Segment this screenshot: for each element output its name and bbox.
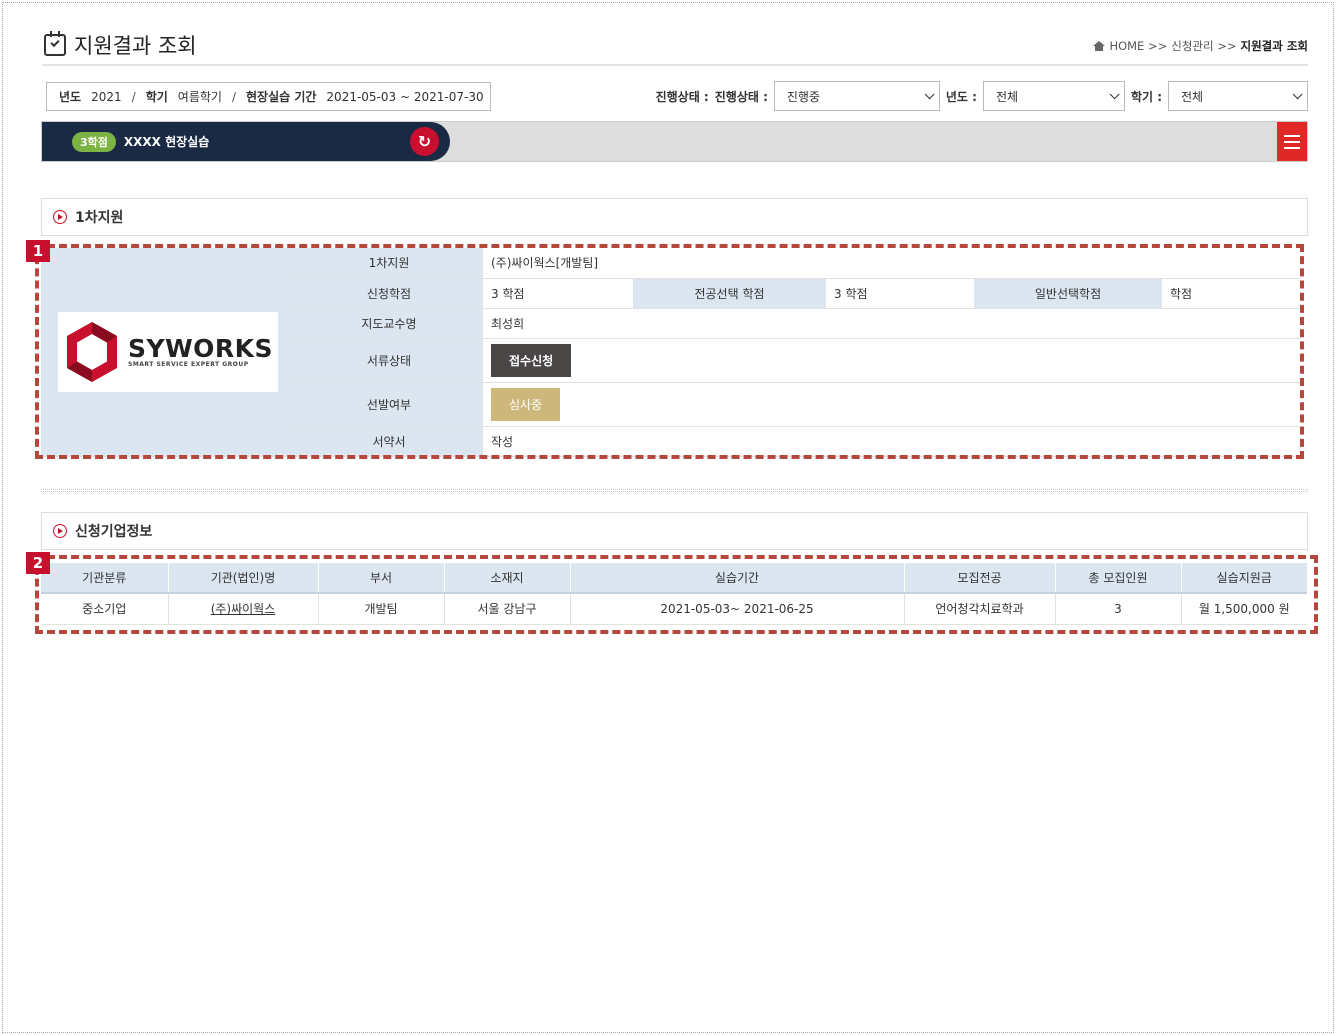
year-label: 년도 <box>59 90 82 104</box>
section-company-info: 신청기업정보 <box>41 512 1308 550</box>
breadcrumb-home[interactable]: HOME >> <box>1109 39 1167 53</box>
section-title: 신청기업정보 <box>75 524 153 540</box>
menu-button[interactable] <box>1277 122 1307 161</box>
course-pill[interactable]: 3학점 XXXX 현장실습 <box>42 122 450 161</box>
semester-filter-label: 학기 : <box>1130 89 1162 104</box>
course-name: XXXX 현장실습 <box>123 135 210 149</box>
separator: / <box>231 89 236 104</box>
year-value: 2021 <box>91 89 122 104</box>
period-label: 현장실습 기간 <box>246 90 317 104</box>
number-badge-1: 1 <box>26 240 50 262</box>
circle-play-icon <box>53 210 67 224</box>
semester-value: 여름학기 <box>177 90 222 104</box>
progress-select-value: 진행중 <box>786 89 820 104</box>
progress-prefix: 진행상태 : <box>655 89 709 104</box>
calendar-check-icon <box>44 31 66 56</box>
section-title: 1차지원 <box>75 210 124 226</box>
filters: 진행상태 : 진행상태 : 진행중 년도 : 전체 학기 : 전체 <box>656 81 1308 111</box>
separator: / <box>131 89 136 104</box>
progress-select[interactable]: 진행중 <box>773 81 940 111</box>
semester-select[interactable]: 전체 <box>1168 81 1308 111</box>
year-select-value: 전체 <box>995 89 1019 104</box>
breadcrumb: HOME >> 신청관리 >> 지원결과 조회 <box>1093 38 1308 54</box>
refresh-icon: ↻ <box>417 132 432 151</box>
highlight-box-2 <box>35 555 1318 634</box>
refresh-button[interactable]: ↻ <box>410 127 439 156</box>
course-bar: 3학점 XXXX 현장실습 ↻ <box>41 121 1308 162</box>
highlight-box-1 <box>35 244 1304 459</box>
page-title-area: 지원결과 조회 <box>44 30 197 60</box>
year-filter-label: 년도 : <box>945 89 977 104</box>
breadcrumb-middle[interactable]: 신청관리 >> <box>1171 38 1236 54</box>
home-icon[interactable] <box>1093 41 1106 51</box>
circle-play-icon <box>53 524 67 538</box>
section-divider <box>41 489 1308 492</box>
year-select[interactable]: 전체 <box>982 81 1125 111</box>
semester-select-value: 전체 <box>1181 89 1204 104</box>
chevron-down-icon <box>1109 88 1120 99</box>
hamburger-icon <box>1284 134 1300 137</box>
semester-label: 학기 <box>145 90 168 104</box>
credit-badge: 3학점 <box>72 131 116 152</box>
chevron-down-icon <box>1292 88 1303 99</box>
breadcrumb-current: 지원결과 조회 <box>1240 39 1308 53</box>
progress-label: 진행상태 : <box>714 89 768 104</box>
title-divider <box>42 64 1308 66</box>
period-info: 년도 2021 / 학기 여름학기 / 현장실습 기간 2021-05-03 ~… <box>46 82 491 111</box>
page-title: 지원결과 조회 <box>74 34 197 58</box>
number-badge-2: 2 <box>26 552 50 574</box>
section-first-application: 1차지원 <box>41 198 1308 236</box>
period-value: 2021-05-03 ~ 2021-07-30 <box>326 89 484 104</box>
chevron-down-icon <box>924 88 935 99</box>
